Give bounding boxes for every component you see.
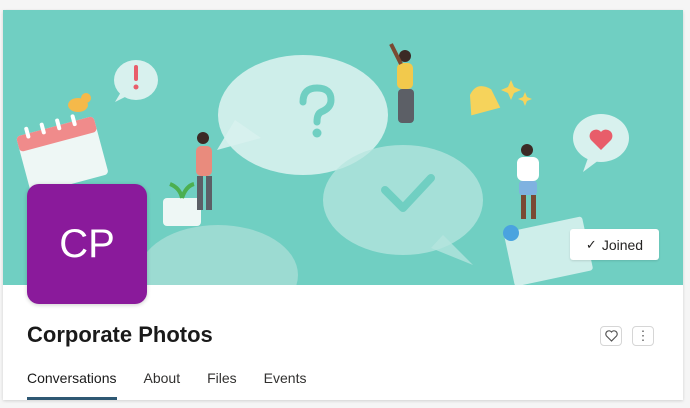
more-vertical-icon: ⋮ <box>636 328 650 343</box>
check-icon: ✓ <box>585 236 597 252</box>
group-initials: CP <box>59 221 115 266</box>
tab-files[interactable]: Files <box>207 366 237 396</box>
group-avatar: CP <box>27 184 147 304</box>
joined-button[interactable]: ✓ Joined <box>570 229 659 260</box>
group-tabs: Conversations About Files Events <box>27 366 333 400</box>
heart-outline-icon <box>604 330 618 342</box>
group-title: Corporate Photos <box>27 322 213 347</box>
more-options-button[interactable]: ⋮ <box>632 326 654 346</box>
tab-about[interactable]: About <box>144 366 181 396</box>
tab-events[interactable]: Events <box>264 366 307 396</box>
favorite-button[interactable] <box>600 326 622 346</box>
tab-conversations[interactable]: Conversations <box>27 366 117 400</box>
joined-label: Joined <box>601 236 644 253</box>
group-header-card: CP ✓ Joined Corporate Photos ⋮ Conversat… <box>3 10 683 400</box>
